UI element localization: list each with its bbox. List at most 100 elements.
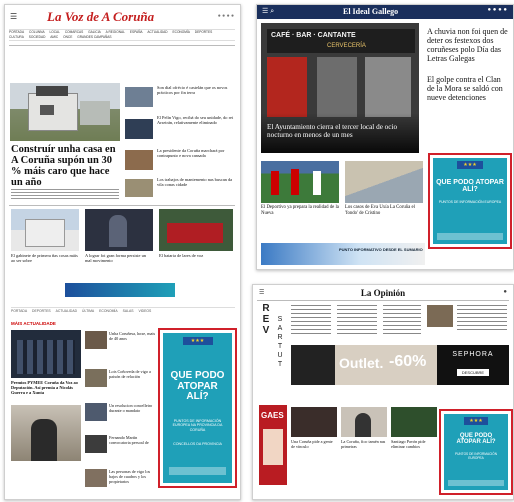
banner-ad[interactable] — [65, 283, 175, 297]
story-headline[interactable]: La Coruña, fico tamén nas primeiras — [341, 439, 387, 449]
tab[interactable]: DEPORTES — [32, 309, 51, 313]
story-image[interactable] — [85, 209, 153, 251]
main-story-image[interactable]: CAFÉ · BAR · CANTANTE CERVECERÍA El Ayun… — [261, 23, 419, 153]
nav-item[interactable]: DEPORTES — [195, 30, 212, 35]
ad-body: PUNTOS DE INFORMACIÓN EUROPEA NA PROVINC… — [172, 418, 223, 432]
main-headline[interactable]: Construír unha casa en A Coruña supón un… — [11, 144, 121, 188]
side-item-1[interactable]: Son dial ofrécio é castelán que os novos… — [125, 85, 237, 111]
masthead[interactable]: La Voz de A Coruña — [47, 9, 154, 25]
side-headline[interactable]: El golpe contra el Clan de la Mora se sa… — [427, 75, 509, 102]
story-headline[interactable]: A lograr foi gran forma persiste un mal … — [85, 253, 153, 263]
divider — [9, 205, 235, 206]
story-headline[interactable]: Fernando Martín convocatoria persoal de — [109, 435, 157, 445]
story-thumbnail — [85, 435, 107, 453]
nav-item[interactable]: GRANDES CAMPAÑAS — [77, 35, 111, 40]
story-image[interactable] — [261, 161, 339, 203]
main-headline[interactable]: El Ayuntamiento cierra el tercer local d… — [267, 123, 415, 139]
logos-strip — [437, 233, 503, 240]
ad-footer: CONCELLOS DA PROVINCIA — [173, 442, 222, 446]
story-image[interactable] — [341, 407, 387, 437]
story-headline[interactable]: Unha Coruñesa, hoxe, mais de 40 anos — [109, 331, 157, 341]
ad-title: QUE PODO ATOPAR ALÍ? — [436, 179, 504, 194]
story-image[interactable] — [11, 330, 81, 378]
nav-bar: PORTADA COLUNNA LOCAL COMARCAS GALICIA A… — [9, 29, 235, 41]
main-lead — [11, 189, 119, 199]
nav-item[interactable]: ESPAÑA — [130, 30, 143, 35]
story-headline[interactable]: El bataria de lares de voz — [159, 253, 233, 258]
side-item-3[interactable]: La presidente da Coruña marchará por con… — [125, 148, 237, 174]
story-headline[interactable]: Un resolucion concelleiro durante o mand… — [109, 403, 157, 413]
nav-item[interactable]: ONCE — [63, 35, 72, 40]
story-image[interactable] — [391, 407, 437, 437]
top-right-page-screenshot: ☰ ⌕ El Ideal Gallego ● ● ● ● CAFÉ · BAR … — [256, 4, 514, 270]
story-image[interactable] — [291, 407, 337, 437]
bottom-banner[interactable]: PUNTO INFORMATIVO DESDE EL SUMARIO — [261, 243, 425, 265]
menu-icon[interactable]: ☰ ⌕ — [262, 7, 274, 16]
user-icon[interactable]: ● — [503, 289, 507, 295]
masthead[interactable]: El Ideal Gallego — [343, 7, 398, 16]
outlet-banner[interactable]: Outlet. -60% — [291, 345, 437, 385]
tab[interactable]: ECONOMÍA — [99, 309, 117, 313]
letter: A — [277, 325, 283, 332]
story-thumbnail — [85, 403, 107, 421]
bottom-right-page-screenshot: La Opinión ☰ ● R E V S A R T U T Outlet.… — [252, 284, 514, 500]
side-headline[interactable]: Los trabajos de mantemento nas buscan da… — [157, 177, 237, 187]
story-headline[interactable]: Los casos de Eva Uxía La Coruña el 'fond… — [345, 205, 425, 216]
tab[interactable]: PORTADA — [11, 309, 27, 313]
side-headline[interactable]: El Pelín Vigo, recibá do seu unidade, do… — [157, 115, 237, 125]
bottom-banner-text: PUNTO INFORMATIVO DESDE EL SUMARIO — [339, 247, 423, 252]
story-headline[interactable]: El Deportivo ya prepara la realidad de l… — [261, 205, 341, 216]
outlet-discount: -60% — [389, 353, 427, 370]
nav-item[interactable]: AMIC — [50, 35, 58, 40]
side-item-4[interactable]: Los trabajos de mantemento nas buscan da… — [125, 177, 237, 201]
highlighted-ad[interactable]: ★★★ QUE PODO ATOPAR ALÍ? PUNTOS DE INFOR… — [158, 328, 237, 488]
menu-icon[interactable]: ☰ — [259, 289, 264, 296]
story-image[interactable] — [11, 405, 81, 461]
main-story-image[interactable] — [10, 83, 120, 141]
nav-item[interactable]: ECONOMÍA — [173, 30, 190, 35]
eu-flag-icon: ★★★ — [457, 161, 483, 169]
tab[interactable]: VIDEOS — [138, 309, 151, 313]
ad-panel: ★★★ QUE PODO ATOPAR ALÍ? PUNTOS DE INFOR… — [163, 333, 232, 483]
sephora-logo: SEPHORA — [452, 351, 494, 358]
highlighted-ad[interactable]: ★★★ QUE PODO ATOPAR ALÍ? PUNTOS DE INFOR… — [439, 409, 513, 495]
section-label: MÁIS ACTUALIDADE — [11, 321, 56, 326]
sephora-banner[interactable]: SEPHORA DESCUBRE — [437, 345, 509, 385]
tab[interactable]: SALAS — [123, 309, 134, 313]
story-headline[interactable]: Santiago Pavón pide eliminar cambios — [391, 439, 437, 449]
shop-sign: CAFÉ · BAR · CANTANTE — [271, 32, 356, 39]
story-headline[interactable]: Premios PYMEE Coruña da Voz ao Deputació… — [11, 380, 81, 395]
side-headline[interactable]: A chuvia non foi quen de deter os festex… — [427, 27, 509, 63]
header-icons[interactable]: ● ● ● ● — [218, 13, 234, 19]
side-item-2[interactable]: El Pelín Vigo, recibá do seu unidade, do… — [125, 115, 237, 145]
story-image[interactable] — [345, 161, 423, 203]
tab[interactable]: ACTUALIDAD — [56, 309, 77, 313]
ad-title: QUE PODO ATOPAR ALÍ? — [170, 370, 225, 402]
story-thumbnail[interactable] — [427, 305, 453, 327]
story-headline[interactable]: Las personas de vigo los bajos de cuadro… — [109, 469, 157, 484]
gaes-logo: GAES — [261, 411, 284, 420]
story-headline[interactable]: El gabinete de primera ñas cosas máis ao… — [11, 253, 79, 263]
gaes-ad[interactable]: GAES — [259, 405, 287, 485]
side-thumbnail — [125, 119, 153, 139]
story-headline[interactable]: Lois Coñoveda de vigo a paixón de relaci… — [109, 369, 157, 379]
nav-item[interactable]: ACTUALIDAD — [147, 30, 167, 35]
tab[interactable]: ÚLTIMA — [82, 309, 94, 313]
sephora-cta[interactable]: DESCUBRE — [457, 369, 489, 376]
eu-flag-icon: ★★★ — [464, 417, 488, 425]
side-headline[interactable]: Son dial ofrécio é castelán que os novos… — [157, 85, 237, 95]
story-image[interactable] — [11, 209, 79, 251]
letter: V — [262, 325, 270, 336]
story-headline[interactable]: Una Coruña pide a gente de vínculo — [291, 439, 337, 449]
highlighted-ad[interactable]: ★★★ QUE PODO ATOPAR ALÍ? PUNTOS DE INFOR… — [428, 153, 512, 249]
left-page-screenshot: ☰ La Voz de A Coruña ● ● ● ● PORTADA COL… — [4, 4, 241, 500]
nav-item[interactable]: CULTURA — [9, 35, 24, 40]
revista-column: R E V — [259, 303, 273, 336]
masthead[interactable]: La Opinión — [253, 288, 513, 298]
story-image[interactable] — [159, 209, 233, 251]
menu-icon[interactable]: ☰ — [10, 12, 17, 21]
story-thumbnail — [85, 469, 107, 487]
nav-item[interactable]: SOCIEDAD — [29, 35, 46, 40]
social-icons[interactable]: ● ● ● ● — [488, 7, 508, 13]
side-headline[interactable]: La presidente da Coruña marchará por con… — [157, 148, 237, 158]
